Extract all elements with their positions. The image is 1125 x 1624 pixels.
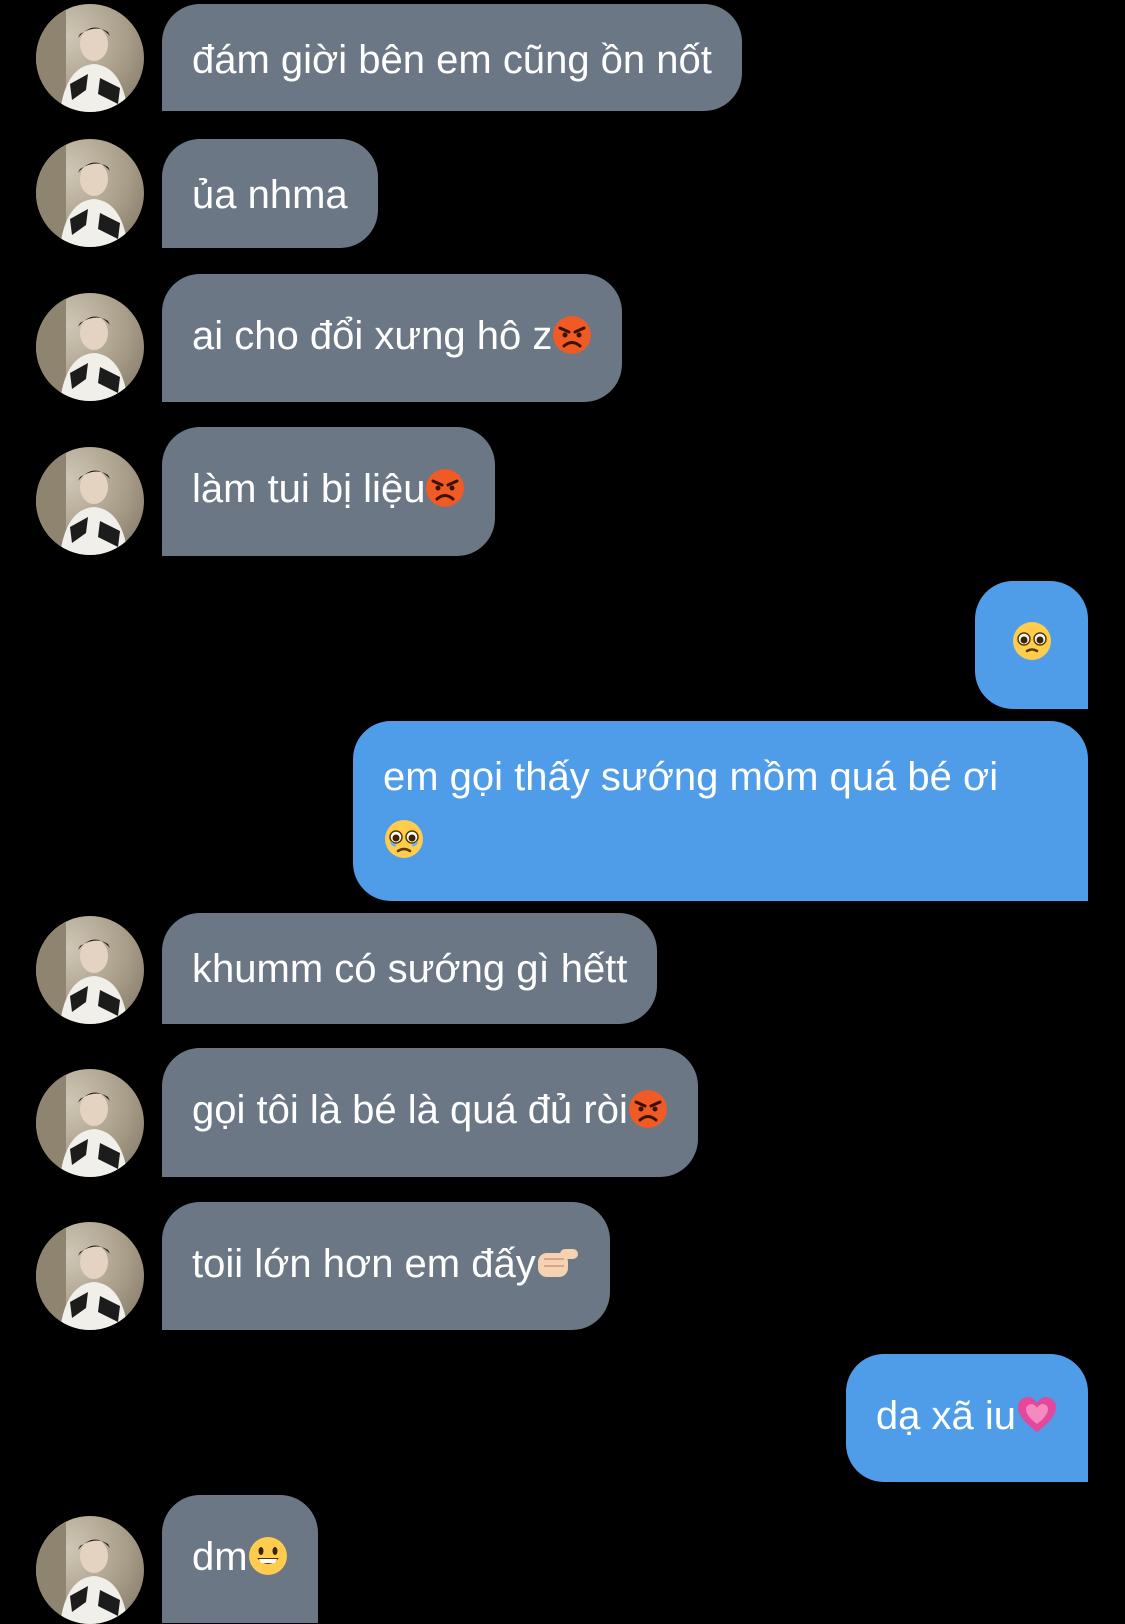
message-bubble-incoming[interactable]: khumm có sướng gì hếtt — [162, 913, 658, 1024]
message-bubble-incoming[interactable]: gọi tôi là bé là quá đủ ròi — [162, 1048, 698, 1177]
message-bubble-incoming[interactable]: đám giời bên em cũng ồn nốt — [162, 4, 742, 111]
person-icon — [36, 1222, 128, 1330]
angry-face-icon — [628, 1084, 668, 1148]
person-icon — [36, 447, 128, 555]
avatar[interactable] — [36, 916, 144, 1024]
message-text: dm — [192, 1535, 248, 1579]
growing-heart-icon — [1016, 1390, 1058, 1454]
message-text: ủa nhma — [192, 173, 348, 217]
message-text: em gọi thấy sướng mồm quá bé ơi — [383, 755, 999, 799]
message-bubble-outgoing[interactable]: em gọi thấy sướng mồm quá bé ơi — [353, 721, 1088, 901]
person-icon — [36, 1516, 128, 1624]
message-text: toii lớn hơn em đấy — [192, 1242, 536, 1286]
avatar[interactable] — [36, 4, 144, 112]
person-icon — [36, 916, 128, 1024]
message-text: ai cho đổi xưng hô z — [192, 314, 553, 358]
angry-face-icon — [425, 463, 465, 527]
person-icon — [36, 1069, 128, 1177]
pointing-fist-icon — [536, 1238, 580, 1302]
grinning-face-icon — [248, 1531, 288, 1595]
message-bubble-incoming[interactable]: toii lớn hơn em đấy — [162, 1202, 610, 1330]
person-icon — [36, 293, 128, 401]
message-text: khumm có sướng gì hếtt — [192, 947, 628, 991]
message-text: gọi tôi là bé là quá đủ ròi — [192, 1088, 628, 1132]
message-bubble-incoming[interactable]: ai cho đổi xưng hô z — [162, 274, 623, 402]
message-text: đám giời bên em cũng ồn nốt — [192, 38, 712, 82]
message-bubble-incoming[interactable]: ủa nhma — [162, 139, 378, 248]
message-bubble-incoming[interactable]: dm — [162, 1495, 318, 1623]
message-text: dạ xã iu — [875, 1394, 1016, 1438]
avatar[interactable] — [36, 139, 144, 247]
message-bubble-outgoing[interactable]: dạ xã iu — [845, 1354, 1088, 1482]
person-icon — [36, 139, 128, 247]
person-icon — [36, 4, 128, 112]
avatar[interactable] — [36, 1516, 144, 1624]
angry-face-icon — [552, 310, 592, 374]
message-bubble-outgoing[interactable] — [975, 581, 1088, 709]
avatar[interactable] — [36, 293, 144, 401]
avatar[interactable] — [36, 1222, 144, 1330]
avatar[interactable] — [36, 447, 144, 555]
message-bubble-incoming[interactable]: làm tui bị liệu — [162, 427, 496, 556]
avatar[interactable] — [36, 1069, 144, 1177]
message-text: làm tui bị liệu — [192, 467, 426, 511]
pleading-face-icon — [1011, 617, 1053, 681]
face-holding-back-tears-icon — [383, 815, 425, 879]
